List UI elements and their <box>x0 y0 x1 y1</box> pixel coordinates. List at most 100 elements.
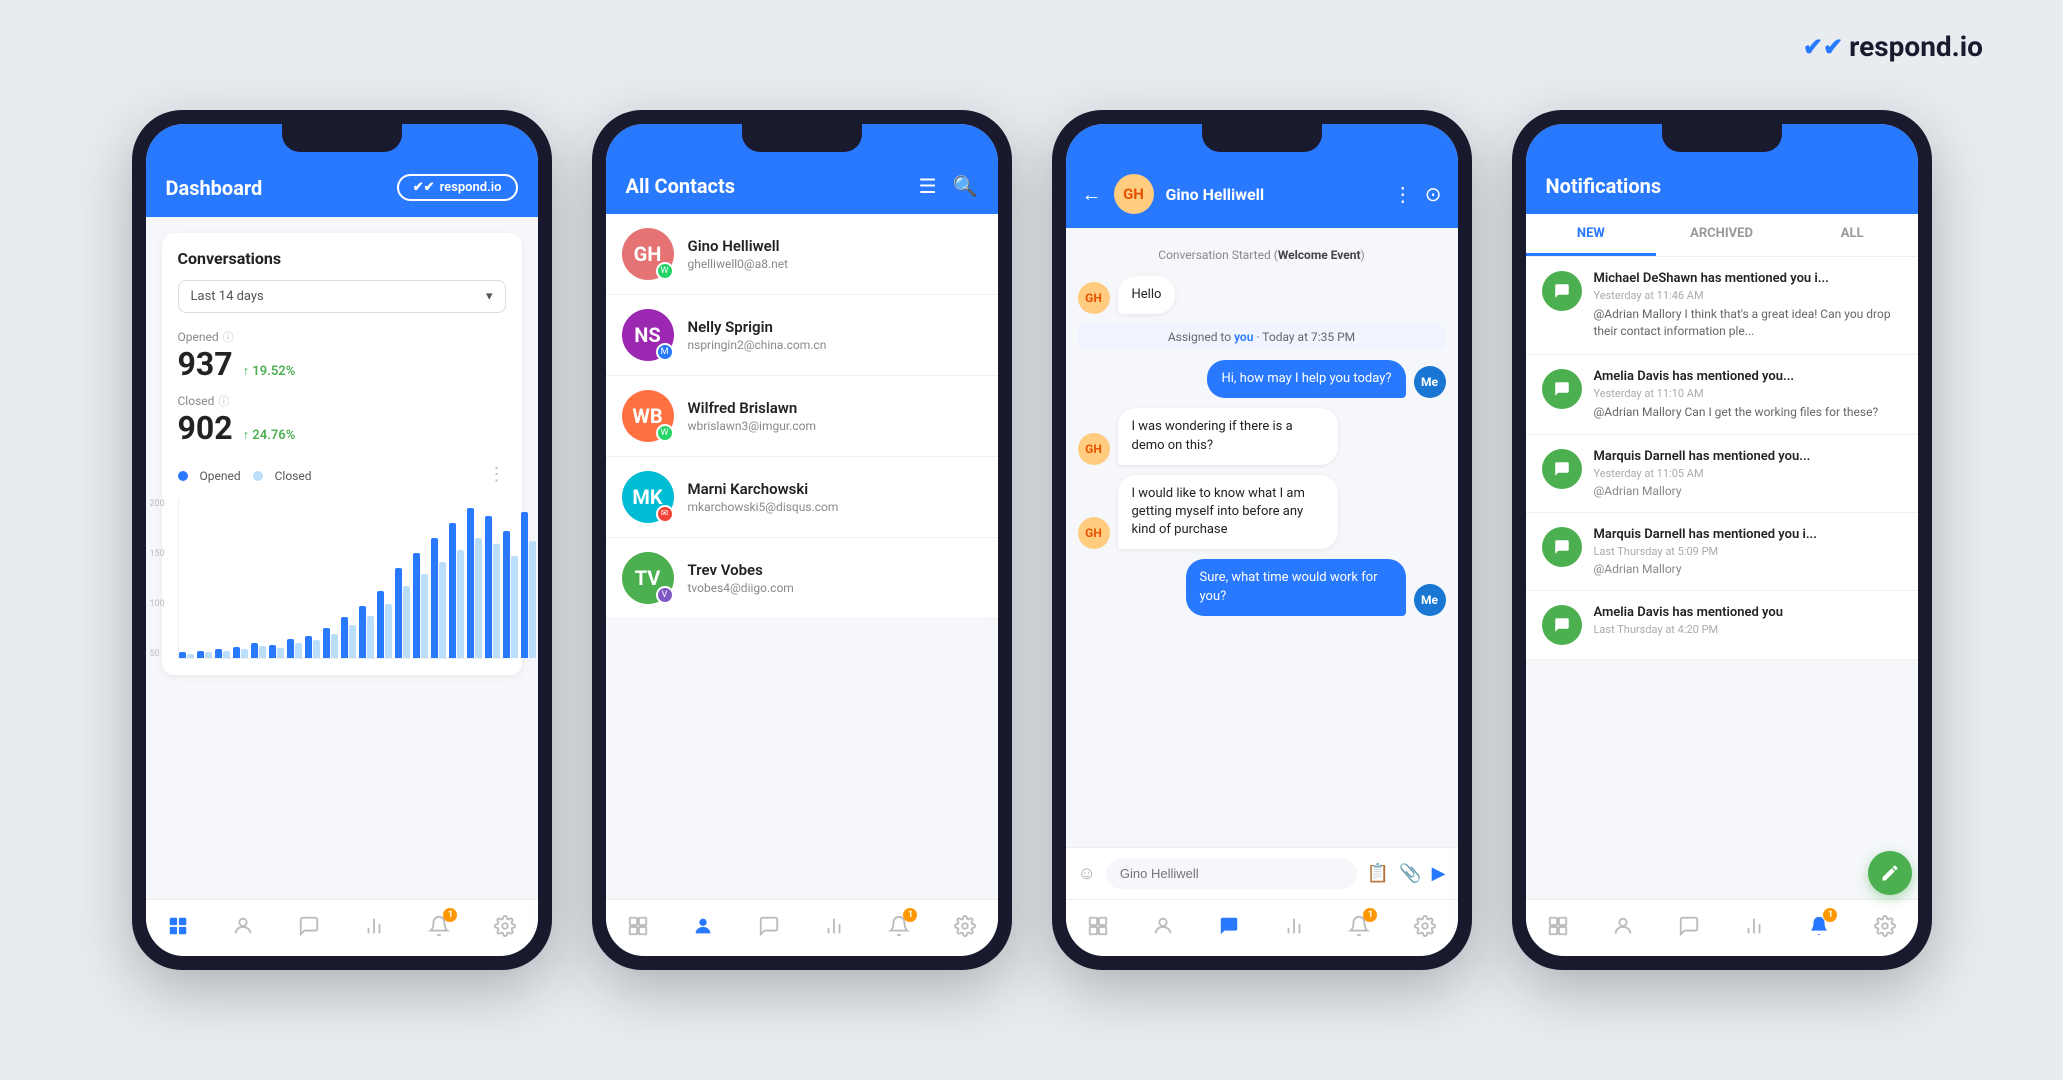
file-icon[interactable]: 📋 <box>1367 863 1389 884</box>
bar-closed <box>475 538 482 658</box>
message-received: GH Hello <box>1078 276 1446 314</box>
chart-bar-group <box>269 645 284 659</box>
nav-n-settings[interactable] <box>1871 912 1899 940</box>
contact-item[interactable]: WB W Wilfred Brislawn wbrislawn3@imgur.c… <box>606 376 998 457</box>
nav-settings[interactable] <box>491 912 519 940</box>
emoji-icon[interactable]: ☺ <box>1078 863 1096 884</box>
nav-ch-contacts[interactable] <box>1149 912 1177 940</box>
nav-c-notifications[interactable]: 1 <box>885 912 913 940</box>
notification-item[interactable]: Marquis Darnell has mentioned you i... L… <box>1526 513 1918 591</box>
nav-analytics[interactable] <box>360 912 388 940</box>
attach-icon[interactable]: 📎 <box>1399 863 1421 884</box>
contact-item[interactable]: GH W Gino Helliwell ghelliwell0@a8.net <box>606 214 998 295</box>
notifications-nav: 1 <box>1526 899 1918 956</box>
contact-name: Marni Karchowski <box>688 480 982 498</box>
message-input[interactable] <box>1106 858 1357 889</box>
notification-item[interactable]: Amelia Davis has mentioned you... Yester… <box>1526 355 1918 436</box>
bar-closed <box>529 541 536 658</box>
contact-item[interactable]: MK ✉ Marni Karchowski mkarchowski5@disqu… <box>606 457 998 538</box>
tab-all[interactable]: ALL <box>1787 214 1918 256</box>
bar-opened <box>377 591 384 659</box>
tab-new[interactable]: NEW <box>1526 214 1657 256</box>
chat-help-icon[interactable]: ⊙ <box>1425 182 1442 206</box>
avatar-wrap: TV V <box>622 552 674 604</box>
send-icon[interactable]: ▶ <box>1432 863 1446 884</box>
phone-notch <box>282 124 402 152</box>
avatar-wrap: WB W <box>622 390 674 442</box>
nav-messages[interactable] <box>295 912 323 940</box>
info-icon-2: ⓘ <box>218 393 229 409</box>
notif-icon <box>1542 271 1582 311</box>
contacts-header-icons: ☰ 🔍 <box>919 174 978 198</box>
search-icon[interactable]: 🔍 <box>953 174 978 198</box>
notif-content: Michael DeShawn has mentioned you i... Y… <box>1594 271 1902 340</box>
nav-n-messages[interactable] <box>1675 912 1703 940</box>
contact-email: nspringin2@china.com.cn <box>688 338 982 352</box>
bar-closed <box>457 550 464 658</box>
nav-ch-messages[interactable] <box>1215 912 1243 940</box>
chat-messages: Conversation Started (Welcome Event) GH … <box>1066 228 1458 847</box>
chart-bar-group <box>341 617 356 658</box>
nav-c-messages[interactable] <box>755 912 783 940</box>
contact-name: Nelly Sprigin <box>688 318 982 336</box>
nav-c-dashboard[interactable] <box>624 912 652 940</box>
nav-n-notifications[interactable]: 1 <box>1805 912 1833 940</box>
bar-closed <box>421 574 428 658</box>
bar-opened <box>233 647 240 658</box>
nav-ch-notifications[interactable]: 1 <box>1345 912 1373 940</box>
my-avatar: Me <box>1414 584 1446 616</box>
tab-archived[interactable]: ARCHIVED <box>1656 214 1787 256</box>
nav-c-settings[interactable] <box>951 912 979 940</box>
contact-item[interactable]: TV V Trev Vobes tvobes4@diigo.com <box>606 538 998 619</box>
bubble-received: Hello <box>1118 276 1176 314</box>
notification-item[interactable]: Marquis Darnell has mentioned you... Yes… <box>1526 435 1918 513</box>
nav-n-dashboard[interactable] <box>1544 912 1572 940</box>
back-button[interactable]: ← <box>1082 182 1102 207</box>
bar-opened <box>449 523 456 658</box>
notif-title: Michael DeShawn has mentioned you i... <box>1594 271 1902 286</box>
nav-n-analytics[interactable] <box>1740 912 1768 940</box>
notif-icon <box>1542 527 1582 567</box>
nav-ch-settings[interactable] <box>1411 912 1439 940</box>
notifications-tabs: NEW ARCHIVED ALL <box>1526 214 1918 257</box>
info-icon: ⓘ <box>223 329 234 345</box>
filter-icon[interactable]: ☰ <box>919 174 937 198</box>
contact-email: mkarchowski5@disqus.com <box>688 500 982 514</box>
nav-contacts[interactable] <box>229 912 257 940</box>
closed-metric: Closed ⓘ 902 ↑ 24.76% <box>178 393 506 447</box>
nav-c-contacts[interactable] <box>689 912 717 940</box>
chart-bar-group <box>377 591 392 659</box>
app-logo: ✔✔ respond.io <box>1803 30 1983 63</box>
notif-icon <box>1542 449 1582 489</box>
bar-closed <box>223 651 230 659</box>
chart-bar-group <box>251 643 266 658</box>
nav-c-analytics[interactable] <box>820 912 848 940</box>
notif-title: Marquis Darnell has mentioned you... <box>1594 449 1902 464</box>
chat-contact-name: Gino Helliwell <box>1166 185 1265 204</box>
chart-bar-group <box>449 523 464 658</box>
nav-ch-dashboard[interactable] <box>1084 912 1112 940</box>
notification-item[interactable]: Amelia Davis has mentioned you Last Thur… <box>1526 591 1918 660</box>
chart-bar-group <box>431 538 446 658</box>
logo-checkmark: ✔✔ <box>1803 33 1843 61</box>
system-message: Conversation Started (Welcome Event) <box>1078 248 1446 262</box>
opened-label: Opened <box>178 330 219 344</box>
nav-ch-analytics[interactable] <box>1280 912 1308 940</box>
compose-fab[interactable] <box>1868 851 1912 895</box>
nav-n-contacts[interactable] <box>1609 912 1637 940</box>
nav-dashboard[interactable] <box>164 912 192 940</box>
bubble-sent: Sure, what time would work for you? <box>1186 559 1406 615</box>
notif-title: Amelia Davis has mentioned you... <box>1594 369 1902 384</box>
notification-item[interactable]: Michael DeShawn has mentioned you i... Y… <box>1526 257 1918 355</box>
chart-bar-group <box>215 649 230 658</box>
contact-item[interactable]: NS M Nelly Sprigin nspringin2@china.com.… <box>606 295 998 376</box>
phone-notifications: Notifications NEW ARCHIVED ALL Michael D… <box>1512 110 1932 970</box>
notif-mention: @Adrian Mallory <box>1594 484 1902 498</box>
contacts-title: All Contacts <box>626 174 736 198</box>
chart-options-icon[interactable]: ⋮ <box>488 464 506 485</box>
date-range-select[interactable]: Last 14 days ▾ <box>178 280 506 313</box>
nav-notifications[interactable]: 1 <box>425 912 453 940</box>
bar-closed <box>259 646 266 658</box>
chat-options-icon[interactable]: ⋮ <box>1393 182 1413 206</box>
notif-content: Marquis Darnell has mentioned you... Yes… <box>1594 449 1902 498</box>
